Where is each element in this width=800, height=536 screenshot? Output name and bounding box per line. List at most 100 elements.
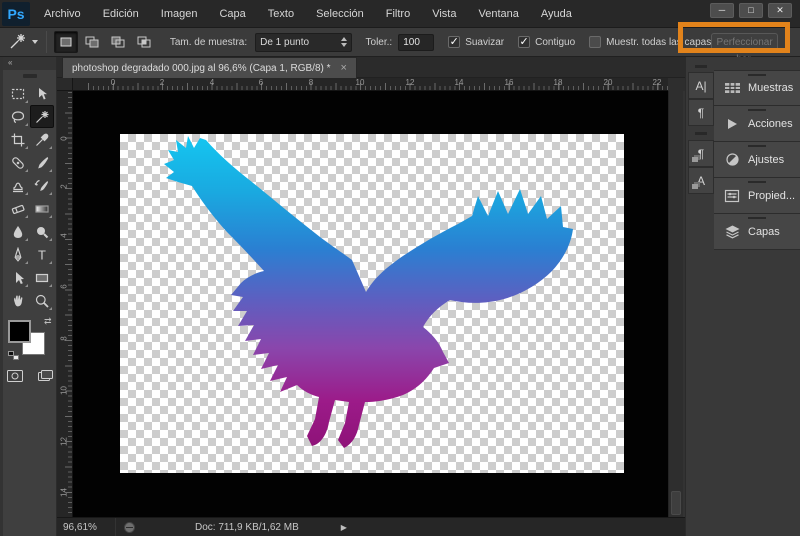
close-button[interactable]: ✕ <box>768 3 792 18</box>
canvas[interactable] <box>73 91 668 517</box>
type-tool[interactable]: T <box>30 243 54 266</box>
ruler-label: 2 <box>159 78 165 87</box>
transparent-image-area[interactable] <box>120 134 624 473</box>
collapsed-panels-column: Muestras Acciones Ajustes Propied... Cap… <box>714 70 800 250</box>
menu-archivo[interactable]: Archivo <box>44 8 81 20</box>
adjustments-icon <box>723 152 741 168</box>
panel-muestras[interactable]: Muestras <box>714 70 800 106</box>
subtract-from-selection-button[interactable] <box>106 31 130 53</box>
dodge-tool[interactable] <box>30 220 54 243</box>
zoom-level-field[interactable]: 96,61% <box>63 522 115 533</box>
panel-ajustes[interactable]: Ajustes <box>714 142 800 178</box>
panel-grip <box>748 109 766 111</box>
move-tool[interactable] <box>30 82 54 105</box>
eraser-tool[interactable] <box>6 197 30 220</box>
character-styles-panel-icon: A <box>696 173 705 188</box>
menu-texto[interactable]: Texto <box>268 8 294 20</box>
pen-tool[interactable] <box>6 243 30 266</box>
ruler-filler <box>668 78 685 91</box>
menu-capa[interactable]: Capa <box>219 8 245 20</box>
eyedropper-tool[interactable] <box>30 128 54 151</box>
menu-seleccion[interactable]: Selección <box>316 8 364 20</box>
chevron-down-icon <box>32 40 38 44</box>
panel-propiedades[interactable]: Propied... <box>714 178 800 214</box>
rectangular-marquee-tool[interactable] <box>6 82 30 105</box>
intersect-selection-button[interactable] <box>132 31 156 53</box>
quick-mask-button[interactable] <box>5 368 25 387</box>
history-brush-tool[interactable] <box>30 174 54 197</box>
panel-grip <box>748 145 766 147</box>
character-panel-icon: A| <box>695 78 707 93</box>
gradient-tool[interactable] <box>30 197 54 220</box>
vertical-scrollbar[interactable] <box>668 91 683 517</box>
checkbox-suavizar[interactable]: ✓ Suavizar <box>448 36 504 48</box>
screen-mode-button[interactable] <box>35 368 55 387</box>
menu-imagen[interactable]: Imagen <box>161 8 198 20</box>
status-icon[interactable] <box>124 521 135 533</box>
zoom-tool[interactable] <box>30 289 54 312</box>
window-controls: ─ □ ✕ <box>710 3 792 18</box>
menu-ayuda[interactable]: Ayuda <box>541 8 572 20</box>
tool-options-bar: Tam. de muestra: De 1 punto Toler.: ✓ Su… <box>0 28 800 65</box>
ruler-label: 16 <box>504 78 514 87</box>
sample-size-select[interactable]: De 1 punto <box>255 32 352 52</box>
blur-tool[interactable] <box>6 220 30 243</box>
toolbar-collapse-button[interactable]: « <box>3 57 56 70</box>
document-tab[interactable]: photoshop degradado 000.jpg al 96,6% (Ca… <box>62 57 357 78</box>
tolerance-input[interactable] <box>398 33 435 51</box>
panel-capas[interactable]: Capas <box>714 214 800 250</box>
magic-wand-icon <box>8 32 28 53</box>
menu-ventana[interactable]: Ventana <box>478 8 518 20</box>
panel-grip[interactable] <box>695 131 707 135</box>
new-selection-button[interactable] <box>53 31 78 53</box>
panel-grip <box>748 74 766 76</box>
swap-colors-icon[interactable]: ⇄ <box>44 316 52 327</box>
sample-size-label: Tam. de muestra: <box>169 36 248 48</box>
maximize-button[interactable]: □ <box>739 3 763 18</box>
divider <box>115 517 116 536</box>
healing-brush-tool[interactable] <box>6 151 30 174</box>
panel-grip[interactable] <box>22 74 37 78</box>
lasso-tool[interactable] <box>6 105 30 128</box>
stepper-icon <box>340 37 347 47</box>
document-body: 2 0 2 4 6 8 10 12 14 0 2 4 6 8 10 12 14 <box>57 78 685 517</box>
document-area: photoshop degradado 000.jpg al 96,6% (Ca… <box>57 57 685 536</box>
path-selection-tool[interactable] <box>6 266 30 289</box>
clone-stamp-tool[interactable] <box>6 174 30 197</box>
styles-mini-icon <box>692 184 698 189</box>
add-to-selection-button[interactable] <box>80 31 104 53</box>
status-bar: 96,61% Doc: 711,9 KB/1,62 MB ▶ <box>57 517 685 536</box>
ruler-label: 0 <box>110 78 116 87</box>
menu-edicion[interactable]: Edición <box>103 8 139 20</box>
default-colors-icon[interactable] <box>7 351 19 360</box>
crop-tool[interactable] <box>6 128 30 151</box>
paragraph-styles-panel-button[interactable]: ¶ <box>688 140 714 167</box>
svg-text:T: T <box>38 247 46 262</box>
magic-wand-tool[interactable] <box>29 105 54 128</box>
minimize-button[interactable]: ─ <box>710 3 734 18</box>
toolbar-bottom <box>3 368 56 387</box>
refine-edge-button[interactable]: Perfeccionar bor. <box>711 32 778 65</box>
ruler-label: 10 <box>355 78 365 87</box>
scrollbar-thumb[interactable] <box>671 491 681 515</box>
paragraph-panel-button[interactable]: ¶ <box>688 99 714 126</box>
checkbox-muestrear-todas-las-capas[interactable]: Muestr. todas las capas <box>589 36 711 48</box>
checkbox-icon: ✓ <box>518 36 531 48</box>
panel-acciones[interactable]: Acciones <box>714 106 800 142</box>
brush-tool[interactable] <box>30 151 54 174</box>
status-menu-arrow-icon[interactable]: ▶ <box>341 523 347 532</box>
character-panel-button[interactable]: A| <box>688 72 714 99</box>
paragraph-panel-icon: ¶ <box>697 105 705 120</box>
tools-grid: T <box>3 82 56 312</box>
character-styles-panel-button[interactable]: A <box>688 167 714 194</box>
menu-vista[interactable]: Vista <box>432 8 456 20</box>
rectangle-shape-tool[interactable] <box>30 266 54 289</box>
tab-close-icon[interactable]: × <box>341 62 347 74</box>
panel-grip[interactable] <box>695 65 707 68</box>
hand-tool[interactable] <box>6 289 30 312</box>
menu-filtro[interactable]: Filtro <box>386 8 410 20</box>
checkbox-contiguo[interactable]: ✓ Contiguo <box>518 36 575 48</box>
tool-preset-picker[interactable] <box>8 32 39 53</box>
foreground-color-swatch[interactable] <box>7 320 31 343</box>
sample-size-value: De 1 punto <box>260 36 310 48</box>
